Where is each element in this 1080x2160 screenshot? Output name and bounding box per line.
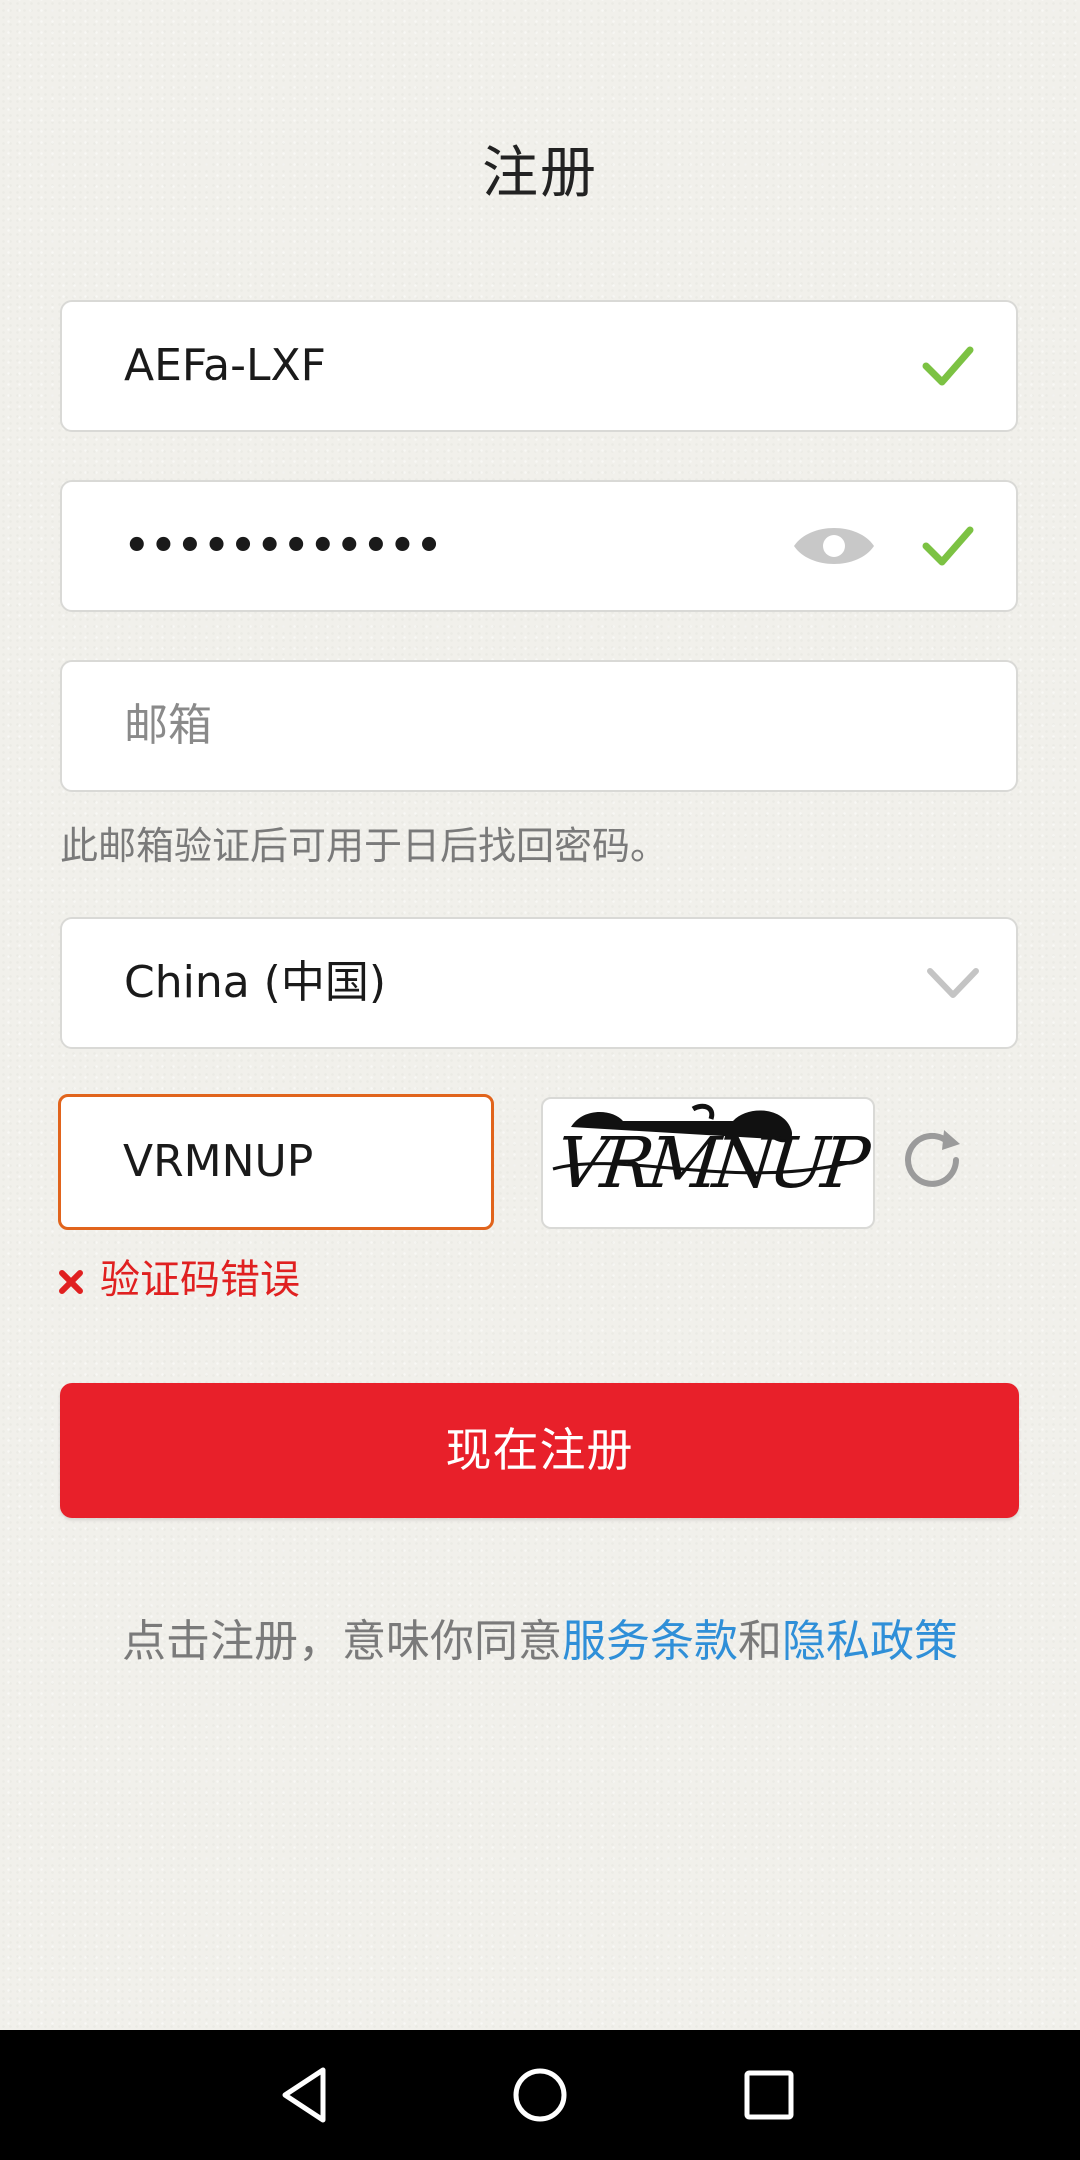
captcha-error-text: 验证码错误	[100, 1257, 300, 1303]
eye-icon[interactable]	[792, 518, 876, 574]
check-icon	[922, 526, 974, 566]
email-hint: 此邮箱验证后可用于日后找回密码。	[60, 824, 669, 868]
captcha-input[interactable]: VRMNUP	[58, 1094, 494, 1230]
country-select[interactable]: China (中国)	[60, 917, 1018, 1049]
country-value: China (中国)	[124, 957, 387, 1008]
terms-prefix: 点击注册，意味你同意	[122, 1616, 562, 1667]
password-field[interactable]: ••••••••••••	[60, 480, 1018, 612]
refresh-icon[interactable]	[900, 1124, 964, 1188]
captcha-image-text: VRMNUP	[552, 1122, 868, 1204]
captcha-value: VRMNUP	[123, 1136, 314, 1187]
check-icon	[922, 346, 974, 386]
terms-conjunction: 和	[738, 1616, 782, 1667]
back-icon[interactable]	[273, 2060, 343, 2130]
page-title: 注册	[482, 141, 598, 206]
chevron-down-icon	[927, 968, 979, 998]
home-icon[interactable]	[505, 2060, 575, 2130]
captcha-error: 验证码错误	[58, 1252, 300, 1308]
username-value: AEFa-LXF	[124, 340, 326, 391]
terms-of-service-link[interactable]: 服务条款	[562, 1616, 738, 1667]
username-field[interactable]: AEFa-LXF	[60, 300, 1018, 432]
recents-icon[interactable]	[734, 2060, 804, 2130]
password-value: ••••••••••••	[124, 523, 443, 569]
email-placeholder: 邮箱	[124, 700, 212, 751]
email-field[interactable]: 邮箱	[60, 660, 1018, 792]
captcha-image[interactable]: VRMNUP	[541, 1097, 875, 1229]
error-x-icon	[59, 1270, 83, 1294]
terms-text: 点击注册，意味你同意服务条款和隐私政策	[0, 1605, 1080, 1669]
privacy-policy-link[interactable]: 隐私政策	[782, 1616, 958, 1667]
register-button[interactable]: 现在注册	[60, 1383, 1019, 1518]
system-navigation-bar	[0, 2030, 1080, 2160]
register-screen: 注册 AEFa-LXF •••••••••••• 邮箱 此邮箱验证后可用于日后找…	[0, 0, 1080, 2030]
